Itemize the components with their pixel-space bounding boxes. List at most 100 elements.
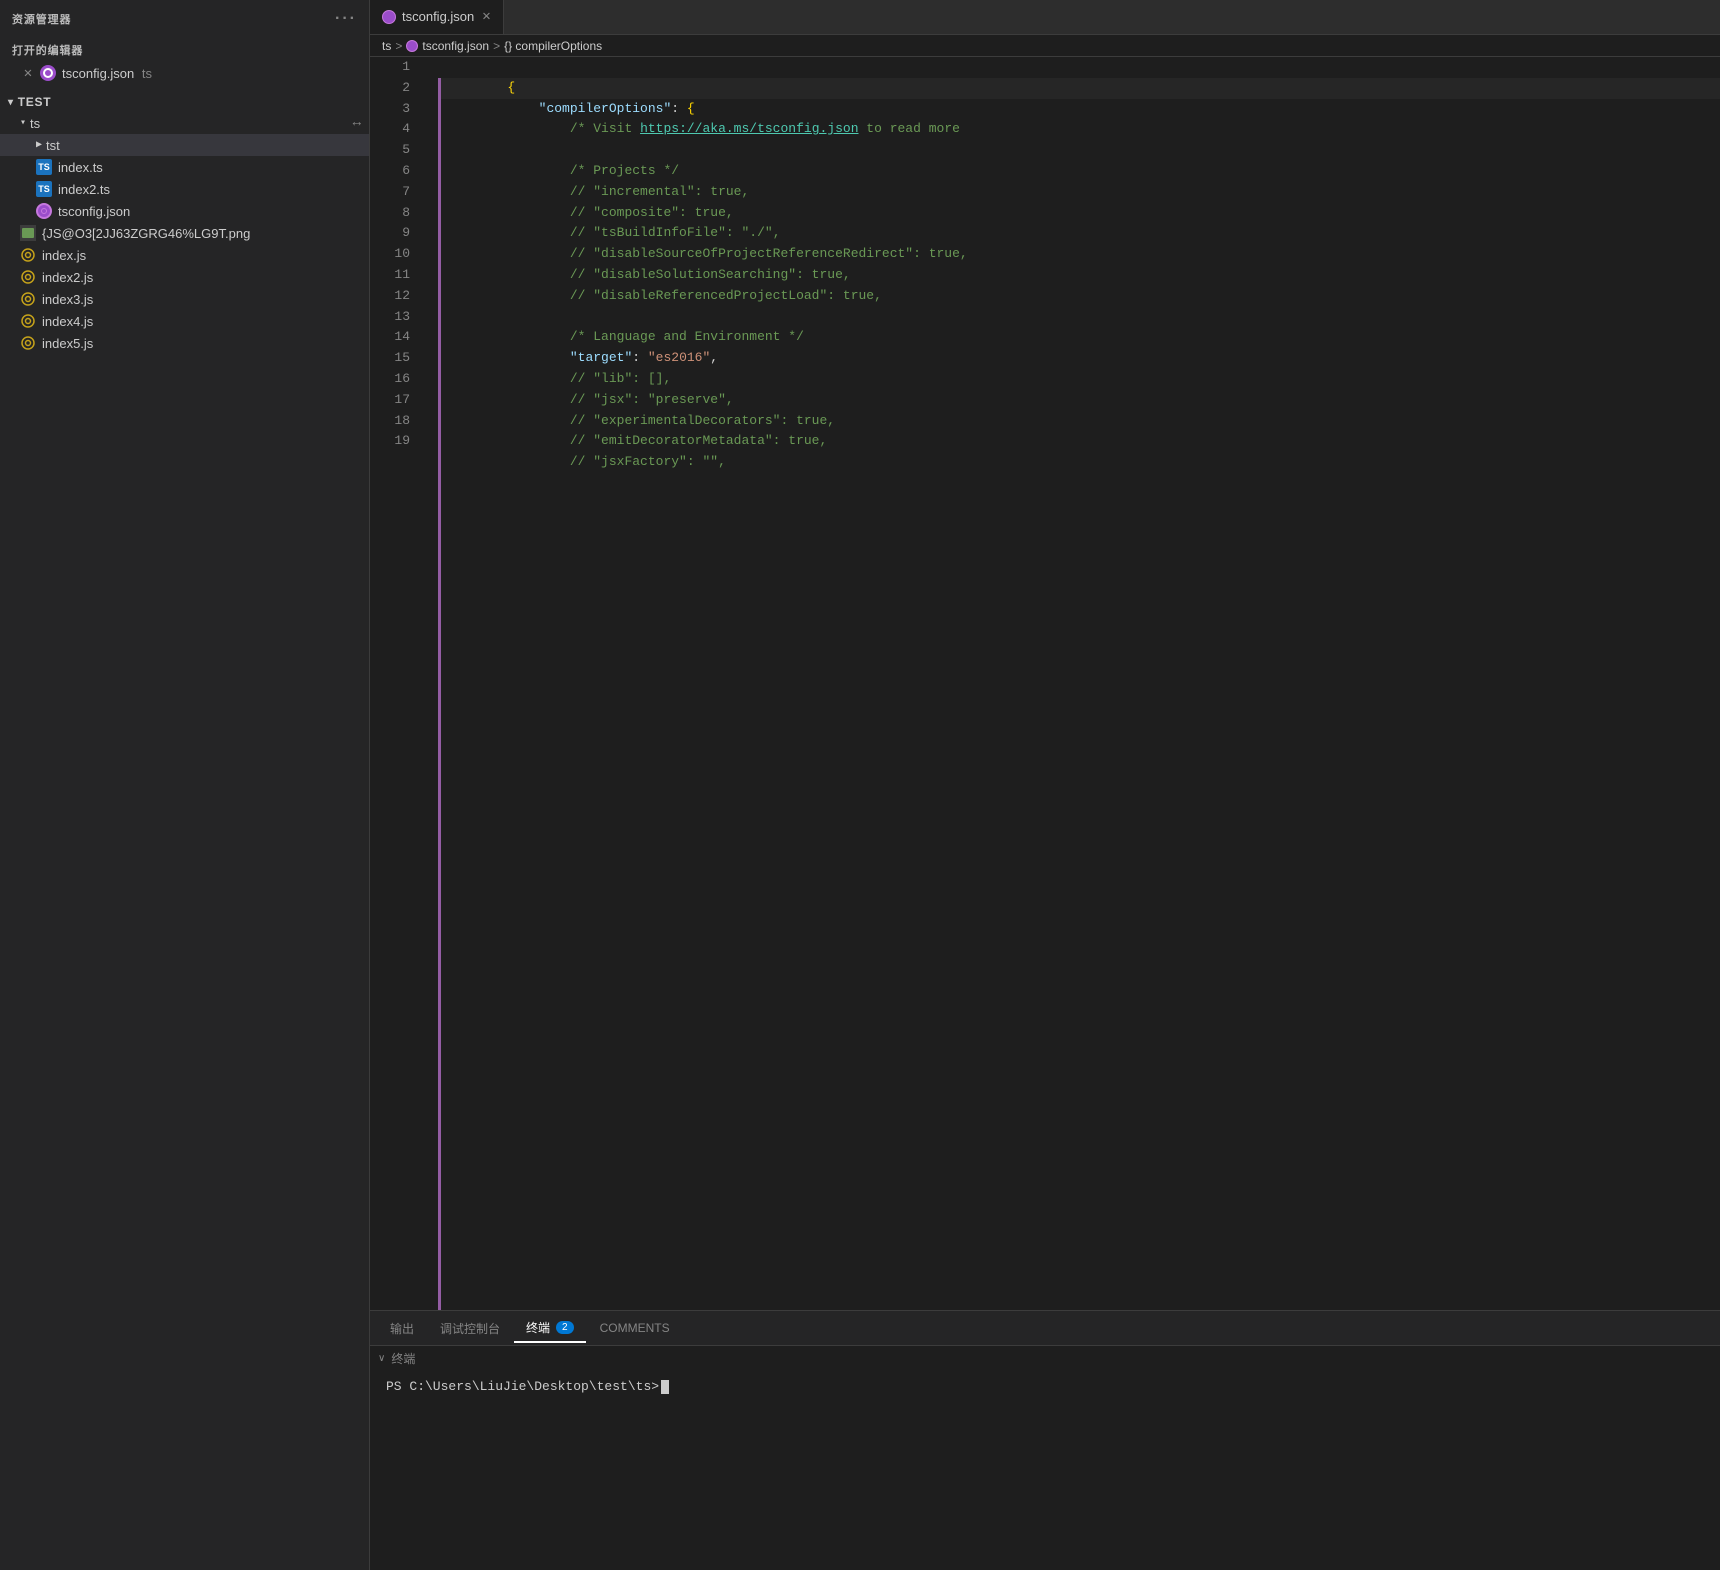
code-line-12 (441, 286, 1720, 307)
tree-item-index2-ts[interactable]: TS index2.ts (0, 178, 369, 200)
js-file-icon (20, 291, 36, 307)
line-num-13: 13 (370, 307, 420, 328)
code-line-11: // "disableReferencedProjectLoad": true, (441, 265, 1720, 286)
tree-item-label: tsconfig.json (58, 204, 130, 219)
terminal-prompt-text: PS C:\Users\LiuJie\Desktop\test\ts> (386, 1379, 659, 1394)
code-line-3: /* Visit https://aka.ms/tsconfig.json to… (441, 99, 1720, 120)
chevron-down-icon: ∨ (378, 1353, 385, 1364)
open-editor-name: tsconfig.json (62, 66, 134, 81)
line-num-6: 6 (370, 161, 420, 182)
tree-item-png[interactable]: {JS@O3[2JJ63ZGRG46%LG9T.png (0, 222, 369, 244)
terminal-badge: 2 (556, 1321, 574, 1334)
tree-item-tsconfig-json[interactable]: tsconfig.json (0, 200, 369, 222)
ts-file-icon: TS (36, 181, 52, 197)
breadcrumb-sep1: > (395, 39, 402, 53)
tree-item-tst-folder[interactable]: ▶ tst (0, 134, 369, 156)
code-gutter (420, 57, 438, 1310)
tree-item-index3-js[interactable]: index3.js (0, 288, 369, 310)
code-line-5: /* Projects */ (441, 140, 1720, 161)
breadcrumb-ts: ts (382, 39, 391, 53)
tab-debug[interactable]: 调试控制台 (428, 1313, 512, 1343)
sidebar-more-button[interactable]: ··· (335, 10, 357, 28)
editor-tab-tsconfig[interactable]: tsconfig.json ✕ (370, 0, 504, 34)
comment-19: // "jsxFactory": "", (570, 454, 726, 469)
code-line-13: /* Language and Environment */ (441, 307, 1720, 328)
tree-item-index-js[interactable]: index.js (0, 244, 369, 266)
breadcrumb-part2: tsconfig.json (422, 39, 489, 53)
open-editor-ext: ts (142, 66, 152, 81)
code-line-19: // "jsxFactory": "", (441, 431, 1720, 452)
main-editor-area: tsconfig.json ✕ ts > tsconfig.json > {} … (370, 0, 1720, 1570)
terminal-area: 输出 调试控制台 终端 2 COMMENTS ∨ 终端 PS C:\Users\… (370, 1310, 1720, 1570)
tree-root-test[interactable]: ▾ TEST (0, 92, 369, 112)
breadcrumb-sep2: > (493, 39, 500, 53)
code-line-16: // "jsx": "preserve", (441, 369, 1720, 390)
code-line-9: // "disableSourceOfProjectReferenceRedir… (441, 223, 1720, 244)
line-num-16: 16 (370, 369, 420, 390)
tree-item-label: index.ts (58, 160, 103, 175)
open-editor-tsconfig[interactable]: ✕ tsconfig.json ts (0, 62, 369, 84)
code-line-6: // "incremental": true, (441, 161, 1720, 182)
line-num-19: 19 (370, 431, 420, 452)
tree-item-label: index.js (42, 248, 86, 263)
tree-item-ts-folder[interactable]: ▾ ts ↔ (0, 112, 369, 134)
js-file-icon (20, 335, 36, 351)
breadcrumb-tsconfig: tsconfig.json (406, 39, 489, 53)
tab-output-label: 输出 (390, 1320, 414, 1337)
tab-output[interactable]: 输出 (378, 1313, 426, 1343)
open-editors-label: 打开的编辑器 (0, 38, 369, 62)
tree-item-label: tst (46, 138, 60, 153)
tab-filename: tsconfig.json (402, 9, 474, 24)
terminal-content[interactable]: PS C:\Users\LiuJie\Desktop\test\ts> (370, 1367, 1720, 1570)
tree-root-label: TEST (18, 95, 52, 109)
sidebar: 资源管理器 ··· 打开的编辑器 ✕ tsconfig.json ts ▾ TE… (0, 0, 370, 1570)
breadcrumb: ts > tsconfig.json > {} compilerOptions (370, 35, 1720, 57)
code-line-18: // "emitDecoratorMetadata": true, (441, 411, 1720, 432)
chevron-down-icon: ▾ (8, 97, 14, 108)
open-editor-filename: tsconfig.json ts (62, 66, 152, 81)
chevron-right-icon: ▶ (36, 139, 42, 151)
tab-terminal[interactable]: 终端 2 (514, 1313, 586, 1343)
terminal-cursor (661, 1380, 669, 1394)
terminal-section-title: ∨ 终端 (370, 1346, 1720, 1367)
code-line-7: // "composite": true, (441, 182, 1720, 203)
line-num-18: 18 (370, 411, 420, 432)
tree-item-index4-js[interactable]: index4.js (0, 310, 369, 332)
code-line-10: // "disableSolutionSearching": true, (441, 244, 1720, 265)
line-num-11: 11 (370, 265, 420, 286)
tree-item-index2-js[interactable]: index2.js (0, 266, 369, 288)
tree-item-label: index2.ts (58, 182, 110, 197)
breadcrumb-part3: {} compilerOptions (504, 39, 602, 53)
tsconfig-file-icon-inner (43, 68, 53, 78)
line-num-1: 1 (370, 57, 420, 78)
terminal-prompt-line: PS C:\Users\LiuJie\Desktop\test\ts> (386, 1379, 1704, 1394)
code-line-14: "target": "es2016", (441, 327, 1720, 348)
tab-close-button[interactable]: ✕ (482, 10, 490, 24)
sidebar-header: 资源管理器 ··· (0, 0, 369, 34)
tsconfig-file-icon (40, 65, 56, 81)
code-content[interactable]: { "compilerOptions": { /* Visit https://… (441, 57, 1720, 1310)
file-tree: ▾ TEST ▾ ts ↔ ▶ tst TS index.ts TS index… (0, 88, 369, 1570)
resize-handle[interactable]: ↔ (353, 115, 361, 131)
indent (507, 454, 569, 469)
tree-item-index-ts[interactable]: TS index.ts (0, 156, 369, 178)
close-file-icon[interactable]: ✕ (20, 65, 36, 81)
tree-item-label: index3.js (42, 292, 93, 307)
tree-item-label: ts (30, 116, 40, 131)
png-file-icon-inner (22, 228, 34, 238)
tree-item-label: index4.js (42, 314, 93, 329)
code-line-4 (441, 119, 1720, 140)
tab-terminal-label: 终端 (526, 1319, 550, 1336)
breadcrumb-file-icon (406, 40, 418, 52)
js-file-icon (20, 313, 36, 329)
code-line-8: // "tsBuildInfoFile": "./", (441, 203, 1720, 224)
tab-comments[interactable]: COMMENTS (588, 1313, 682, 1343)
code-editor[interactable]: 1 2 3 4 5 6 7 8 9 10 11 12 13 14 15 16 1… (370, 57, 1720, 1310)
line-num-15: 15 (370, 348, 420, 369)
code-line-2: "compilerOptions": { (441, 78, 1720, 99)
js-file-icon (20, 269, 36, 285)
open-editors-section: 打开的编辑器 ✕ tsconfig.json ts (0, 34, 369, 88)
tree-item-index5-js[interactable]: index5.js (0, 332, 369, 354)
tree-item-label: index2.js (42, 270, 93, 285)
png-file-icon (20, 225, 36, 241)
